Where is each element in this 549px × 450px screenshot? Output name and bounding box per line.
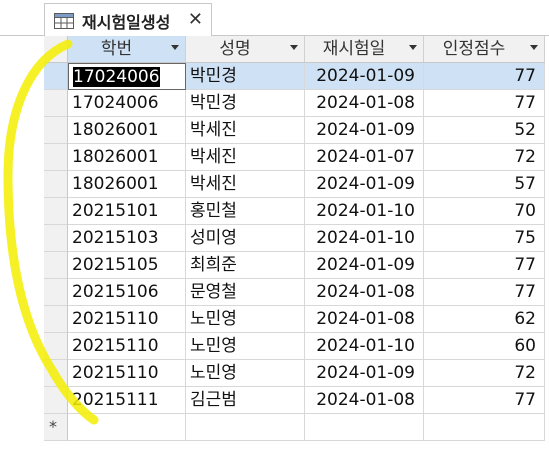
yellow-annotation-stroke (3, 39, 99, 425)
